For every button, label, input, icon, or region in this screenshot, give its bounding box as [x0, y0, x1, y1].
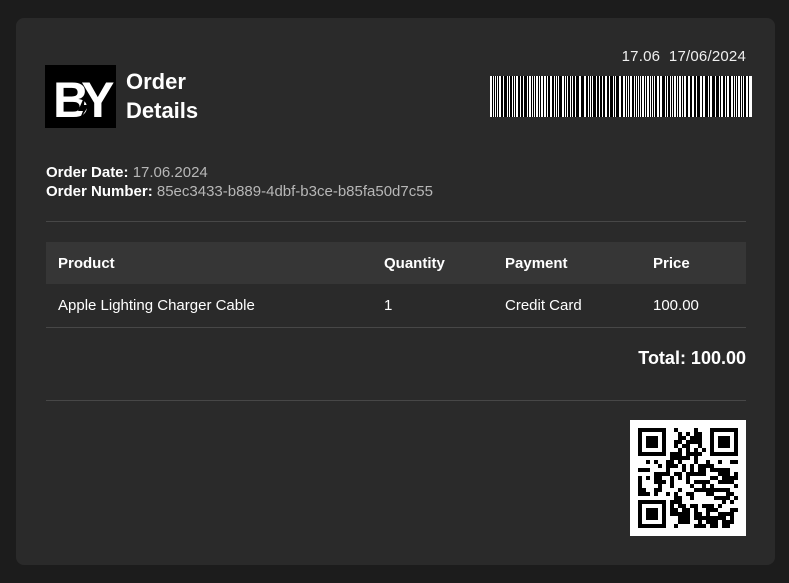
date-stamp: 17.06 17/06/2024	[621, 48, 746, 65]
divider	[46, 221, 746, 222]
order-total: Total: 100.00	[638, 348, 746, 368]
column-header-quantity: Quantity	[372, 242, 493, 284]
table-header-row: Product Quantity Payment Price	[46, 242, 746, 284]
divider	[46, 400, 746, 401]
product-cell: Apple Lighting Charger Cable	[46, 284, 372, 328]
order-number-value: 85ec3433-b889-4dbf-b3ce-b85fa50d7c55	[156, 183, 433, 200]
order-date-value: 17.06.2024	[132, 164, 208, 181]
page-title: Order Details	[126, 69, 199, 123]
order-date-label: Order Date:	[46, 164, 129, 181]
brand-logo-icon: BY	[45, 65, 116, 128]
barcode	[490, 76, 752, 117]
order-items-table: Product Quantity Payment Price Apple Lig…	[46, 242, 746, 328]
brand-header: BY Order Details	[45, 65, 236, 128]
table-row: Apple Lighting Charger Cable 1 Credit Ca…	[46, 284, 746, 328]
order-number-label: Order Number:	[46, 183, 153, 200]
qr-code	[630, 420, 746, 536]
column-header-price: Price	[641, 242, 746, 284]
order-number-row: Order Number: 85ec3433-b889-4dbf-b3ce-b8…	[46, 182, 433, 201]
column-header-product: Product	[46, 242, 372, 284]
quantity-cell: 1	[372, 284, 493, 328]
column-header-payment: Payment	[493, 242, 641, 284]
price-cell: 100.00	[641, 284, 746, 328]
order-meta: Order Date: 17.06.2024 Order Number: 85e…	[46, 163, 433, 201]
order-date-row: Order Date: 17.06.2024	[46, 163, 433, 182]
payment-cell: Credit Card	[493, 284, 641, 328]
order-details-card: BY Order Details 17.06 17/06/2024 Order …	[16, 18, 775, 565]
